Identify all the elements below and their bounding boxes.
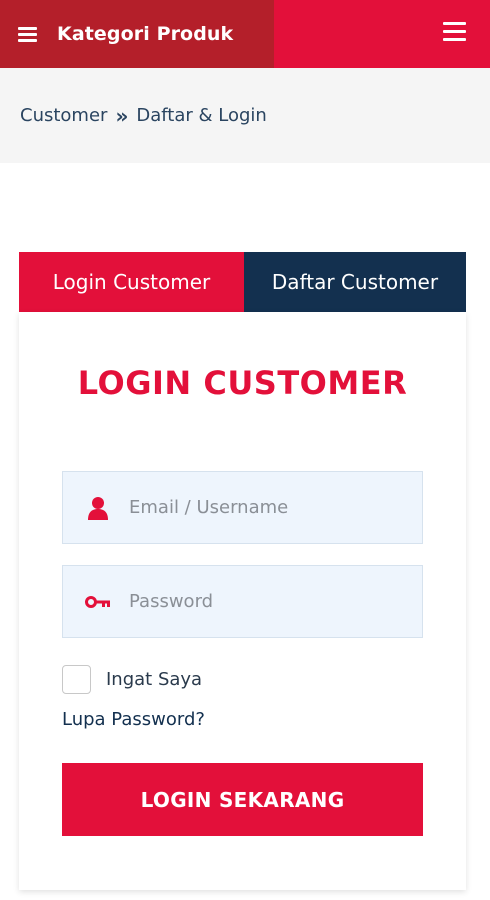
category-menu-button[interactable]: Kategori Produk (0, 0, 274, 68)
login-title: LOGIN CUSTOMER (77, 364, 408, 402)
auth-tabs: Login Customer Daftar Customer (19, 252, 466, 312)
key-icon (83, 587, 113, 617)
password-field[interactable] (62, 565, 423, 638)
login-card: LOGIN CUSTOMER Ingat Saya Lupa Password?… (19, 312, 466, 890)
email-input[interactable] (129, 497, 409, 518)
main-menu-button[interactable] (443, 22, 466, 41)
category-menu-label: Kategori Produk (57, 23, 234, 45)
hamburger-menu-icon (18, 26, 37, 42)
tab-login-customer[interactable]: Login Customer (19, 252, 244, 312)
remember-label: Ingat Saya (106, 669, 203, 690)
tab-daftar-customer[interactable]: Daftar Customer (244, 252, 466, 312)
breadcrumb-current: Daftar & Login (136, 105, 267, 126)
breadcrumb-customer-link[interactable]: Customer (20, 105, 107, 126)
email-field[interactable] (62, 471, 423, 544)
password-input[interactable] (129, 591, 409, 612)
login-submit-button[interactable]: LOGIN SEKARANG (62, 763, 423, 836)
forgot-password-link[interactable]: Lupa Password? (62, 709, 205, 730)
breadcrumb: Customer » Daftar & Login (0, 68, 490, 163)
breadcrumb-separator: » (115, 103, 129, 128)
remember-checkbox[interactable] (62, 665, 91, 694)
remember-me[interactable]: Ingat Saya (62, 665, 202, 694)
top-navigation-bar: Kategori Produk (0, 0, 490, 68)
user-icon (83, 493, 113, 523)
